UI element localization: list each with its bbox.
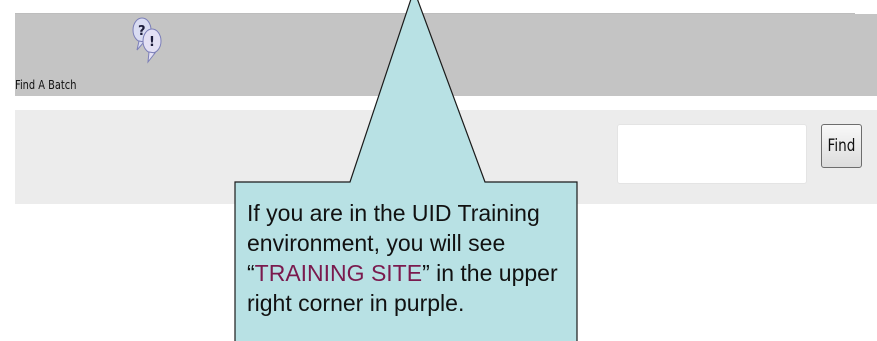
training-site-highlight: TRAINING SITE bbox=[254, 260, 423, 286]
callout-text: If you are in the UID Training environme… bbox=[247, 198, 577, 318]
